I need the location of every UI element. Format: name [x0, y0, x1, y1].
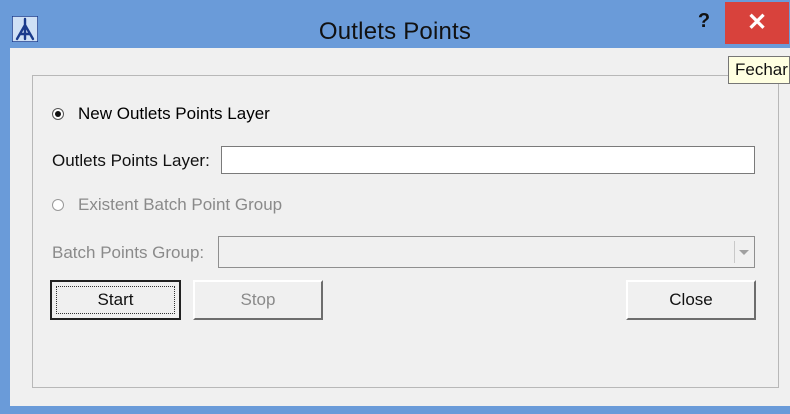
new-layer-radio-option[interactable]: New Outlets Points Layer — [52, 104, 270, 124]
new-layer-radio-label: New Outlets Points Layer — [78, 104, 270, 123]
chevron-down-icon[interactable] — [734, 241, 752, 263]
help-button[interactable]: ? — [690, 8, 718, 34]
focus-rectangle — [56, 286, 175, 314]
new-layer-radio-button[interactable] — [52, 108, 64, 120]
stop-button[interactable]: Stop — [193, 280, 323, 320]
close-button-label: Close — [669, 290, 713, 309]
close-window-button[interactable]: ✕ — [725, 2, 789, 44]
close-button[interactable]: Close — [626, 280, 756, 320]
batch-group-label: Batch Points Group: — [52, 243, 205, 262]
existent-group-radio-button[interactable] — [52, 199, 64, 211]
close-tooltip: Fechar — [728, 56, 790, 84]
existent-group-radio-option[interactable]: Existent Batch Point Group — [52, 195, 282, 215]
stop-button-label: Stop — [240, 290, 276, 309]
dialog-window: Outlets Points ? ✕ New Outlets Points La… — [0, 0, 790, 414]
outlets-layer-input[interactable] — [221, 146, 755, 174]
outlets-layer-label: Outlets Points Layer: — [52, 151, 210, 170]
batch-group-select[interactable] — [218, 236, 755, 268]
existent-group-radio-label: Existent Batch Point Group — [78, 195, 283, 214]
start-button[interactable]: Start — [50, 280, 181, 320]
window-title: Outlets Points — [318, 18, 472, 45]
